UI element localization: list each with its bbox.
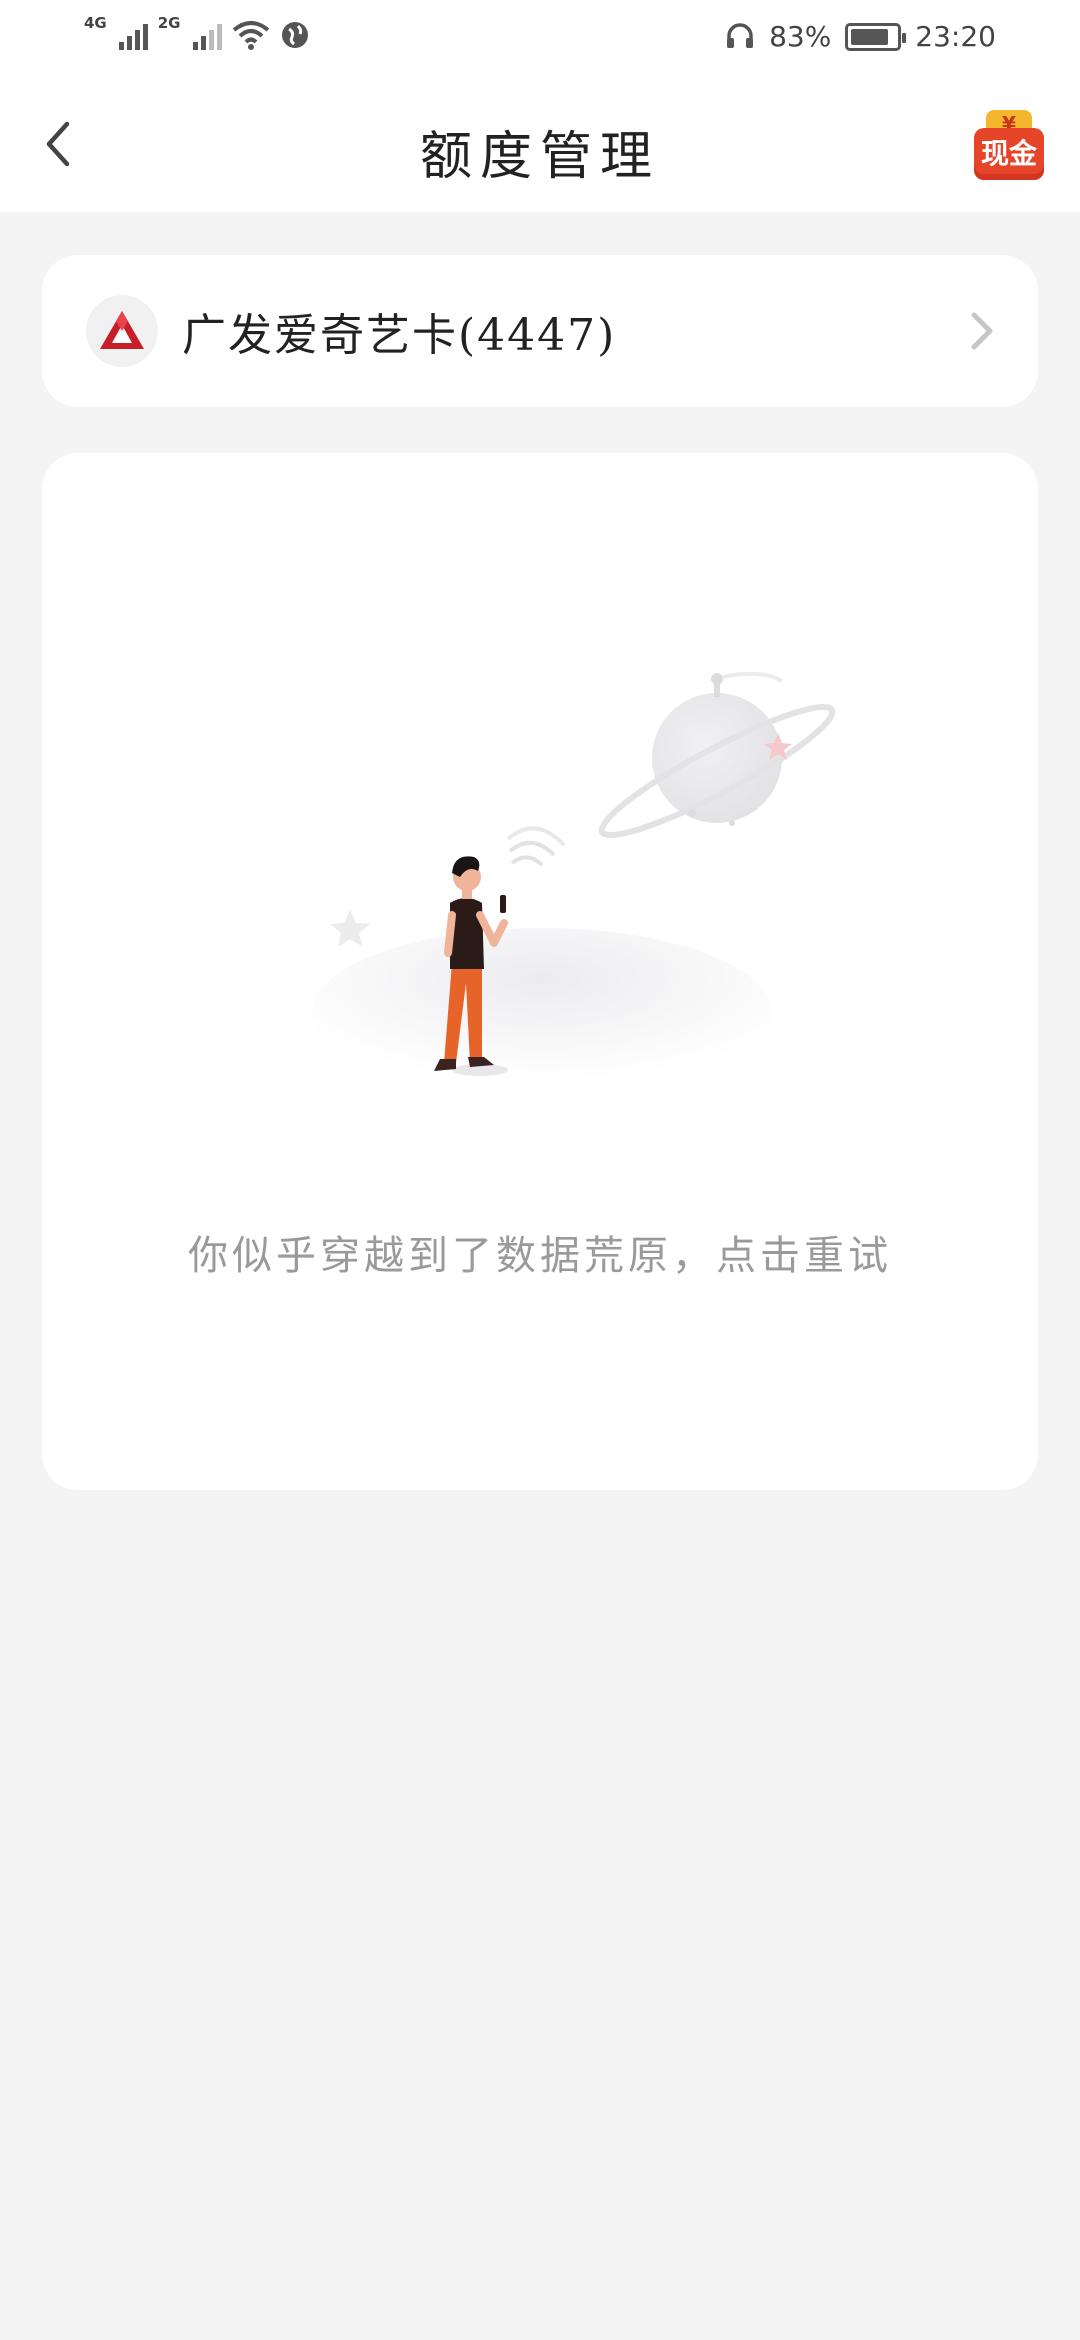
page-title: 额度管理 [419,127,660,187]
header: 额度管理 ¥ 现金 [0,80,1080,212]
battery-fill [851,28,888,45]
status-bar: 4G 2G 83% 23:20 [0,0,1080,80]
clock: 23:20 [915,20,996,53]
wifi-icon [232,21,269,50]
globe-icon [281,22,308,48]
empty-state-panel: 你似乎穿越到了数据荒原，点击重试 [42,453,1038,1490]
data-wasteland-illustration [312,671,836,1098]
star-icon [330,910,370,947]
retry-message[interactable]: 你似乎穿越到了数据荒原，点击重试 [42,1223,1038,1281]
signal-weak-icon [192,20,222,50]
status-right: 83% 23:20 [725,20,996,53]
battery-icon [845,22,907,51]
cash-badge-button[interactable]: ¥ 现金 [974,110,1044,180]
card-name: 广发爱奇艺卡(4447) [182,310,617,361]
status-left: 4G 2G [84,14,310,50]
battery-percent: 83% [769,20,832,53]
ground-hill [312,928,772,1098]
sim1-label: 4G [84,14,107,32]
planet-icon [598,671,836,839]
cash-badge-label: 现金 [974,128,1044,180]
chevron-right-icon [971,312,993,350]
signal-arcs-icon [506,826,566,867]
sim2-label: 2G [157,14,181,32]
signal-icon [118,20,148,50]
bank-logo-icon [86,295,158,367]
headset-icon [727,22,754,48]
card-selector[interactable]: 广发爱奇艺卡(4447) [42,255,1038,407]
